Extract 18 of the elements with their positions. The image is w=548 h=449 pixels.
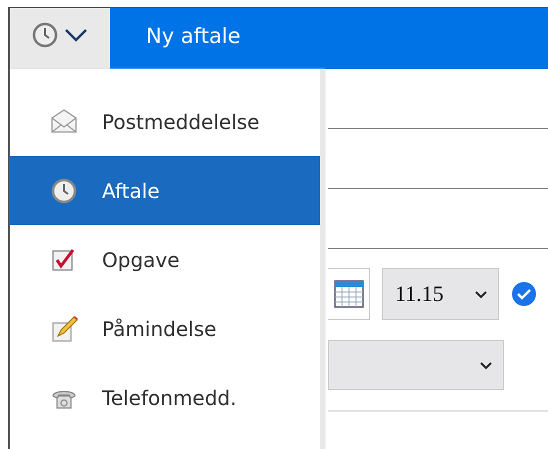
menu-item[interactable]: Telefonmedd. <box>10 363 320 432</box>
menu-item[interactable]: Postmeddelelse <box>10 87 320 156</box>
clock-icon <box>32 22 58 48</box>
calendar-icon <box>334 279 364 309</box>
date-field[interactable] <box>328 268 370 320</box>
chevron-down-icon <box>474 290 488 298</box>
item-type-button[interactable] <box>10 8 110 69</box>
menu-item[interactable]: Påmindelse <box>10 294 320 363</box>
checkbox[interactable] <box>511 281 537 307</box>
time-select[interactable]: 11.15 <box>382 268 499 320</box>
clock-icon <box>50 176 78 204</box>
menu-item[interactable]: Aftale <box>10 156 320 225</box>
envelope-icon <box>50 108 78 136</box>
chevron-down-icon <box>479 360 493 370</box>
pencil-note-icon <box>50 314 78 342</box>
chevron-down-icon <box>64 28 88 42</box>
window-title: Ny aftale <box>146 24 241 48</box>
menu-item[interactable]: Opgave <box>10 225 320 294</box>
